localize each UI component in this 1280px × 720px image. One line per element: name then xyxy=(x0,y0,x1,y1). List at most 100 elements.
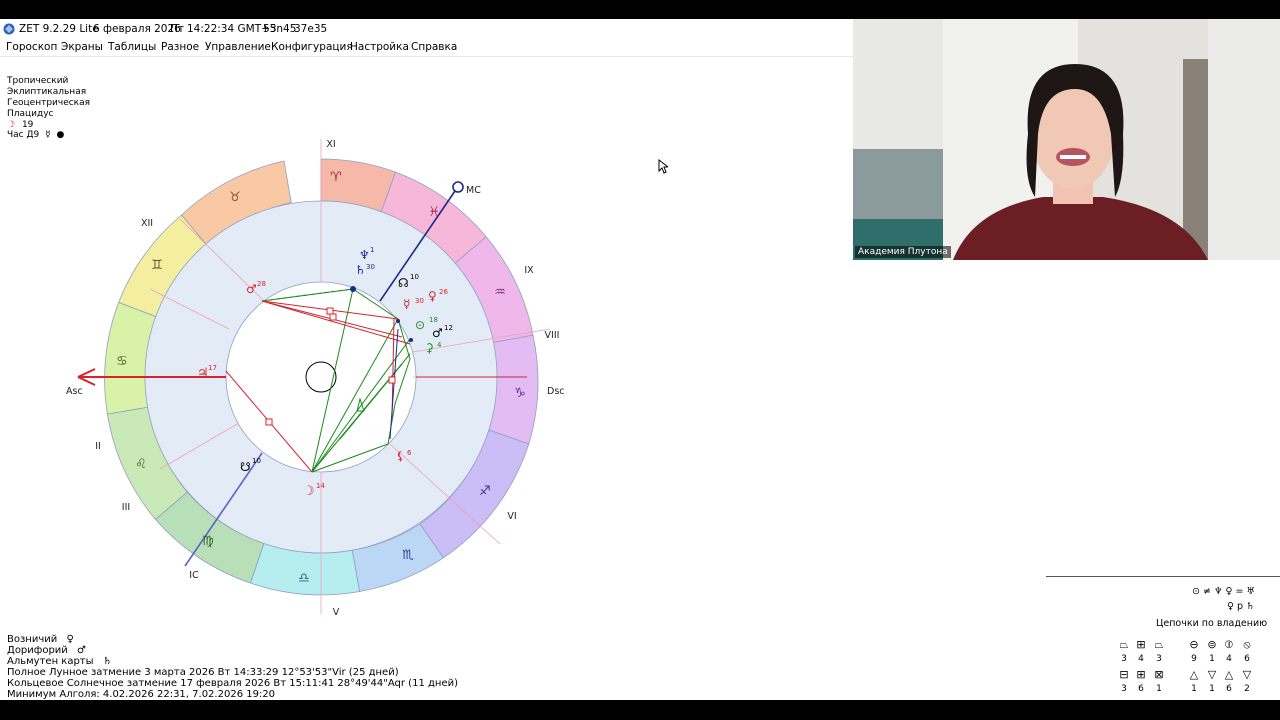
figure-count: 6 xyxy=(1138,684,1144,694)
figure-count: 9 xyxy=(1191,654,1197,664)
triangle-down-icon: ▽ xyxy=(1207,668,1217,681)
sun-degree: 18 xyxy=(429,316,438,324)
mouse-cursor-icon xyxy=(658,159,668,174)
taurus-icon: ♉ xyxy=(229,190,241,205)
venus-degree: 26 xyxy=(439,288,448,296)
mercury-icon: ☿ xyxy=(403,297,410,311)
circle-line-icon: ⊖ xyxy=(1189,638,1199,651)
house-3-label: III xyxy=(122,502,130,513)
figure-count: 3 xyxy=(1121,684,1127,694)
north-node-icon: ☊ xyxy=(398,276,409,290)
venus-icon: ♀ xyxy=(66,634,74,645)
voznichiy-row: Возничий ♀ xyxy=(7,634,74,645)
figure-count: 4 xyxy=(1138,654,1144,664)
almuten-label: Альмутен карты xyxy=(7,656,94,667)
solar-eclipse-text: Кольцевое Солнечное затмение 17 февраля … xyxy=(7,678,458,689)
mc-label: MC xyxy=(466,185,481,196)
moon-degree: 14 xyxy=(316,482,325,490)
house-grid-icon: ⊞ xyxy=(1136,638,1146,651)
chain-row-2: ♀ p ♄ xyxy=(1227,601,1255,612)
pisces-icon: ♓ xyxy=(428,205,440,220)
doriforiy-row: Дорифорий ♂ xyxy=(7,645,86,656)
mars-fixed-icon: ♂ xyxy=(246,282,257,296)
mars-fixed-degree: 28 xyxy=(257,280,266,288)
asc-label: Asc xyxy=(66,386,83,397)
neptune-degree: 1 xyxy=(370,246,374,254)
house-12-label: XII xyxy=(141,218,153,229)
jupiter-degree: 17 xyxy=(208,364,217,372)
libra-icon: ♎ xyxy=(298,571,310,586)
ic-label: IC xyxy=(189,570,199,581)
house-6-label: VI xyxy=(507,511,516,522)
square-grid-icon: ⊞ xyxy=(1136,668,1146,681)
figure-count: 1 xyxy=(1209,684,1215,694)
capricorn-icon: ♑ xyxy=(514,386,526,401)
house-5-label: V xyxy=(333,607,340,618)
gemini-icon: ♊ xyxy=(151,258,163,273)
figure-count: 4 xyxy=(1226,654,1232,664)
boat-icon: ⏢ xyxy=(1154,638,1164,651)
chain-row-1: ⊙ ≠ ♆ ♀ = ♅ xyxy=(1192,586,1255,597)
figure-count: 1 xyxy=(1191,684,1197,694)
lilith-degree: 6 xyxy=(407,449,412,457)
ceres-degree: 4 xyxy=(437,341,442,349)
webcam-image xyxy=(853,19,1280,260)
dsc-label: Dsc xyxy=(547,386,565,397)
sagittarius-icon: ♐ xyxy=(479,484,491,499)
algol-text: Минимум Алголя: 4.02.2026 22:31, 7.02.20… xyxy=(7,689,276,700)
lilith-icon: ⚸ xyxy=(396,449,405,463)
mars-degree: 12 xyxy=(444,324,453,332)
lunar-eclipse-text: Полное Лунное затмение 3 марта 2026 Вт 1… xyxy=(7,667,399,678)
figure-count: 1 xyxy=(1156,684,1162,694)
mars-icon: ♂ xyxy=(432,326,443,340)
circle-vertical-icon: ⦶ xyxy=(1225,638,1233,651)
saturn-degree: 30 xyxy=(366,263,375,271)
house-11-label: XI xyxy=(326,139,335,150)
almuten-row: Альмутен карты ♄ xyxy=(7,656,112,667)
ceres-icon: ⚳ xyxy=(425,341,434,355)
mercury-degree: 30 xyxy=(415,297,424,305)
virgo-icon: ♍ xyxy=(202,534,214,549)
voznichiy-label: Возничий xyxy=(7,634,58,645)
webcam-caption: Академия Плутона xyxy=(855,246,951,258)
house-9-label: IX xyxy=(524,265,534,276)
divider xyxy=(1046,576,1280,577)
neptune-icon: ♆ xyxy=(359,248,370,262)
natal-chart[interactable]: ♈ ♓ ♒ ♑ ♐ ♏ ♎ ♍ ♌ ♋ ♊ ♉ XI XII IX VIII I… xyxy=(0,19,853,700)
south-node-degree: 10 xyxy=(252,457,261,465)
chains-title: Цепочки по владению xyxy=(1156,618,1268,629)
triangle-down-bar-icon: ▽ xyxy=(1242,668,1252,681)
south-node-icon: ☋ xyxy=(240,460,251,474)
leo-icon: ♌ xyxy=(135,457,147,472)
triangle-up-icon: △ xyxy=(1189,668,1199,681)
figure-count: 3 xyxy=(1156,654,1162,664)
square-line-icon: ⊟ xyxy=(1119,668,1129,681)
saturn-icon: ♄ xyxy=(355,263,366,277)
trapezoid-icon: ⏢ xyxy=(1119,638,1129,651)
jupiter-icon: ♃ xyxy=(197,366,209,381)
venus-icon: ♀ xyxy=(428,289,437,303)
saturn-icon: ♄ xyxy=(102,656,112,667)
square-x-icon: ⊠ xyxy=(1154,668,1164,681)
figure-count: 6 xyxy=(1244,654,1250,664)
figure-count: 6 xyxy=(1226,684,1232,694)
north-node-degree: 10 xyxy=(410,273,419,281)
center-earth-icon xyxy=(305,361,337,393)
figure-count: 1 xyxy=(1209,654,1215,664)
scorpio-icon: ♏ xyxy=(402,548,414,563)
house-2-label: II xyxy=(95,441,101,452)
moon-icon: ☽ xyxy=(303,484,315,499)
app-window: ZET 9.2.29 Lite 6 февраля 2026 Пт 14:22:… xyxy=(0,19,1280,700)
cancer-icon: ♋ xyxy=(116,354,128,369)
webcam-video xyxy=(853,19,1280,260)
aries-icon: ♈ xyxy=(330,170,342,185)
house-8-label: VIII xyxy=(545,330,560,341)
circle-half-icon: ⊜ xyxy=(1207,638,1217,651)
figure-count: 3 xyxy=(1121,654,1127,664)
triangle-bar-icon: △ xyxy=(1224,668,1234,681)
doriforiy-label: Дорифорий xyxy=(7,645,68,656)
sun-icon: ⊙ xyxy=(415,318,425,332)
figure-count: 2 xyxy=(1244,684,1250,694)
aquarius-icon: ♒ xyxy=(494,285,506,300)
circle-bar-icon: ⦸ xyxy=(1243,638,1251,651)
